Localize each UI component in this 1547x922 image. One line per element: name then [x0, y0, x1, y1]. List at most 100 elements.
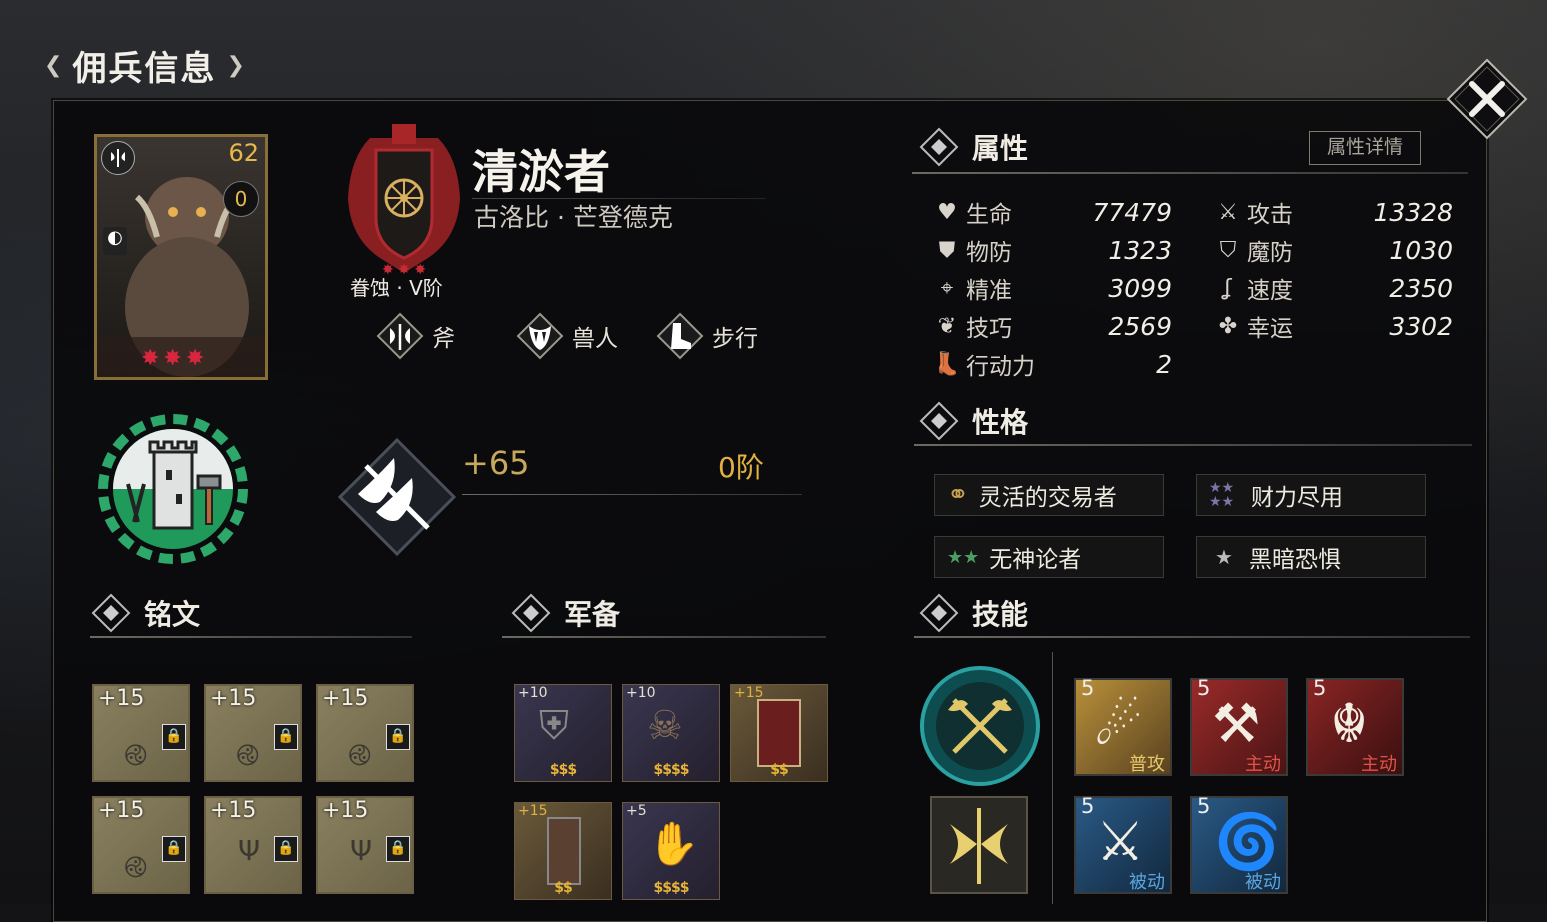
skill-icon: ❦: [937, 313, 957, 339]
close-button[interactable]: [1446, 58, 1528, 140]
whirlwind-axe-icon: 🌀: [1214, 810, 1282, 873]
skills-title: 技能: [972, 598, 1029, 631]
swirl-rune-icon: ࿋: [124, 850, 148, 885]
rings-icon: ⚭: [947, 480, 969, 510]
stat-accuracy: ⌖ 精准 3099: [934, 269, 1172, 307]
personality-title: 性格: [972, 406, 1029, 439]
diamond-bullet-icon: [91, 593, 131, 633]
equipment-title: 军备: [564, 598, 621, 631]
berserker-icon: ☬: [1330, 692, 1369, 755]
attributes-divider: [912, 172, 1468, 174]
rank-stars: ✸✸✸: [141, 346, 209, 371]
inscription-slot[interactable]: +15 ࿋ 🔒: [204, 684, 302, 782]
skills-divider: [914, 636, 1470, 638]
fang-icon: [516, 312, 564, 360]
hero-name: 清淤者: [472, 145, 610, 199]
trait-wealth-usage[interactable]: ★★ ★★ 财力尽用: [1196, 474, 1426, 516]
stat-magic-defense: ⛉ 魔防 1030: [1215, 231, 1453, 269]
ornament-left-icon: ❮: [44, 52, 63, 78]
personality-header: 性格: [918, 400, 1028, 442]
lock-icon: 🔒: [162, 836, 186, 862]
inscription-slot[interactable]: +15 Ψ 🔒: [316, 796, 414, 894]
weapon-bonus: +65: [462, 444, 530, 482]
weapon-rank: 0阶: [718, 451, 764, 484]
skill-slot-normal-attack[interactable]: 5 ☄ 普攻: [1074, 676, 1172, 776]
gauntlet-icon: ✋: [647, 819, 700, 868]
axe-passive-icon: ⚔: [1096, 810, 1145, 873]
equipment-header: 军备: [510, 592, 620, 634]
battle-axe-icon: [337, 437, 457, 557]
axe-icon: [376, 312, 424, 360]
equipment-slot[interactable]: +10 ☠ $$$$: [622, 684, 720, 782]
clover-icon: ✤: [1218, 313, 1238, 339]
stat-physical-defense: ⛊ 物防 1323: [934, 231, 1172, 269]
crossed-axes-emblem-icon: [920, 666, 1040, 786]
attribute-detail-button[interactable]: 属性详情: [1309, 131, 1421, 165]
hero-origin: 古洛比 · 芒登德克: [474, 203, 673, 232]
tower-emblem-icon[interactable]: [98, 414, 248, 564]
inscription-slot[interactable]: +15 Ψ 🔒: [204, 796, 302, 894]
weapon-skill-slot[interactable]: [930, 796, 1028, 894]
lock-icon: 🔒: [386, 724, 410, 750]
window-title: 佣兵信息: [72, 48, 217, 89]
close-icon: [1446, 58, 1528, 140]
attributes-header: 属性: [918, 126, 1028, 168]
axe-strike-icon: ⚒: [1212, 692, 1261, 755]
inscription-slot[interactable]: +15 ࿋ 🔒: [92, 796, 190, 894]
swirl-rune-icon: ࿋: [236, 738, 260, 773]
diamond-bullet-icon: [919, 401, 959, 441]
skills-header: 技能: [918, 592, 1028, 634]
skill-slot-active-1[interactable]: 5 ⚒ 主动: [1190, 676, 1288, 776]
equipment-slot[interactable]: +10 ⛨ $$$: [514, 684, 612, 782]
inscription-slot[interactable]: +15 ࿋ 🔒: [92, 684, 190, 782]
equipment-slot[interactable]: +5 ✋ $$$$: [622, 802, 720, 900]
lock-icon: 🔒: [162, 724, 186, 750]
magic-shield-icon: ⛉: [1219, 237, 1237, 263]
leg-armor-icon: [547, 817, 581, 885]
trait-atheist[interactable]: ★★ 无神论者: [934, 536, 1164, 578]
skull-trophy-icon: ☠: [647, 703, 683, 749]
equipment-slot[interactable]: +15 $$: [730, 684, 828, 782]
chest-armor-icon: ⛨: [539, 703, 569, 749]
skill-slot-passive-2[interactable]: 5 🌀 被动: [1190, 794, 1288, 894]
name-divider: [472, 198, 766, 199]
inscription-slot[interactable]: +15 ࿋ 🔒: [316, 684, 414, 782]
inscriptions-divider: [90, 636, 412, 638]
inscriptions-title: 铭文: [144, 598, 201, 631]
tag-orc[interactable]: 兽人: [516, 312, 626, 360]
trait-dark-fear[interactable]: ★ 黑暗恐惧: [1196, 536, 1426, 578]
heart-icon: ♥: [937, 199, 957, 225]
tag-axe[interactable]: 斧: [376, 312, 486, 360]
diamond-bullet-icon: [919, 593, 959, 633]
stat-speed: ʆ 速度 2350: [1215, 269, 1453, 307]
two-stars-icon: ★★: [947, 546, 980, 568]
lock-icon: 🔒: [274, 836, 298, 862]
stat-hp: ♥ 生命 77479: [934, 193, 1172, 231]
attributes-title: 属性: [972, 132, 1029, 165]
hero-portrait-card[interactable]: 62 0 ◐ ✸✸✸: [94, 134, 268, 380]
weapon-slot[interactable]: [336, 436, 458, 558]
hero-rank: 眷蚀 · V阶: [350, 276, 443, 300]
speed-icon: ʆ: [1224, 275, 1232, 301]
swirl-rune-icon: ࿋: [124, 738, 148, 773]
stat-skill: ❦ 技巧 2569: [934, 307, 1172, 345]
tag-label: 步行: [712, 326, 758, 352]
lock-icon: 🔒: [274, 724, 298, 750]
tag-infantry[interactable]: 步行: [656, 312, 776, 360]
attributes-left-column: ♥ 生命 77479 ⛊ 物防 1323 ⌖ 精准 3099 ❦ 技巧 2569 👢 行动力 2: [933, 193, 1172, 383]
ornament-right-icon: ❯: [226, 52, 245, 78]
fork-rune-icon: Ψ: [238, 834, 261, 867]
stat-luck: ✤ 幸运 3302: [1215, 307, 1453, 345]
skill-slot-active-2[interactable]: 5 ☬ 主动: [1306, 676, 1404, 776]
trait-flexible-trader[interactable]: ⚭ 灵活的交易者: [934, 474, 1164, 516]
hero-tags: 斧 兽人 步行: [376, 312, 776, 360]
diamond-bullet-icon: [511, 593, 551, 633]
equipment-slot[interactable]: +15 $$: [514, 802, 612, 900]
class-skill-emblem[interactable]: [918, 664, 1042, 788]
boot-icon: 👢: [933, 351, 961, 377]
reinforce-badge: 0: [223, 181, 259, 217]
one-star-icon: ★: [1215, 545, 1233, 569]
skills-separator: [1052, 652, 1053, 904]
skill-slot-passive-1[interactable]: 5 ⚔ 被动: [1074, 794, 1172, 894]
window-title-bar: ❮ 佣兵信息 ❯: [44, 40, 245, 90]
